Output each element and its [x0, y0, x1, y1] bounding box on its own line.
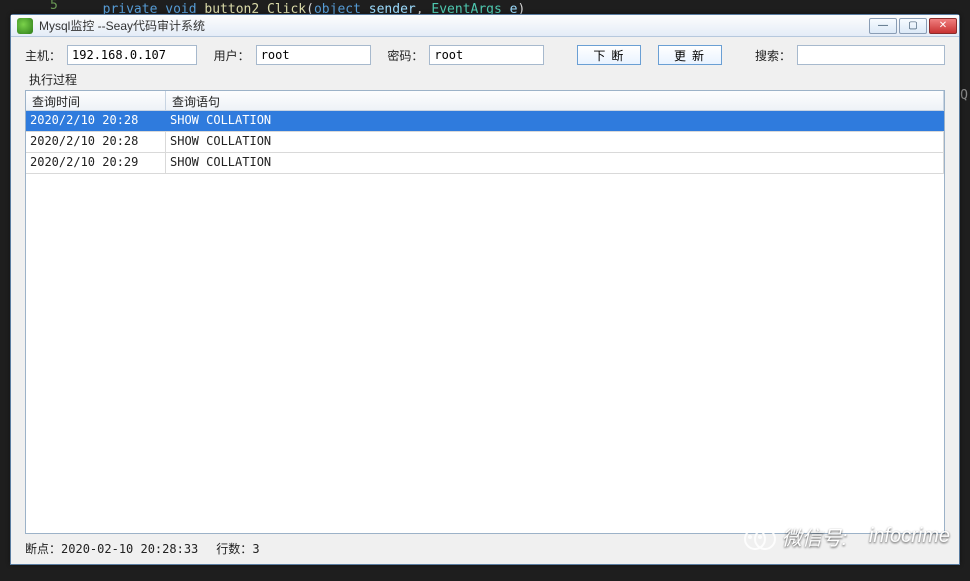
grid-body[interactable]: 2020/2/10 20:28SHOW COLLATION2020/2/10 2… — [26, 111, 944, 533]
search-input[interactable] — [797, 45, 945, 65]
user-input[interactable] — [256, 45, 371, 65]
column-header-sql[interactable]: 查询语句 — [166, 91, 944, 110]
line-number: 5 — [50, 4, 58, 8]
gutter-char: Q — [960, 88, 968, 103]
status-bar: 断点：2020-02-10 20:28:33 行数：3 — [25, 540, 945, 557]
window-controls: — ▢ ✕ — [869, 18, 957, 34]
host-label: 主机： — [25, 47, 61, 64]
cell-time: 2020/2/10 20:28 — [26, 111, 166, 131]
break-button[interactable]: 下断 — [577, 45, 641, 65]
close-button[interactable]: ✕ — [929, 18, 957, 34]
search-label: 搜索： — [755, 47, 791, 64]
grid-header: 查询时间 查询语句 — [26, 91, 944, 111]
column-header-time[interactable]: 查询时间 — [26, 91, 166, 110]
section-label: 执行过程 — [11, 69, 959, 90]
minimize-button[interactable]: — — [869, 18, 897, 34]
cell-sql: SHOW COLLATION — [166, 111, 944, 131]
query-grid: 查询时间 查询语句 2020/2/10 20:28SHOW COLLATION2… — [25, 90, 945, 534]
cell-time: 2020/2/10 20:29 — [26, 153, 166, 173]
table-row[interactable]: 2020/2/10 20:28SHOW COLLATION — [26, 132, 944, 153]
cell-time: 2020/2/10 20:28 — [26, 132, 166, 152]
editor-background: 5 private void button2_Click(object send… — [0, 0, 970, 14]
maximize-button[interactable]: ▢ — [899, 18, 927, 34]
cell-sql: SHOW COLLATION — [166, 153, 944, 173]
password-label: 密码： — [387, 47, 423, 64]
user-label: 用户： — [214, 47, 250, 64]
titlebar[interactable]: Mysql监控 --Seay代码审计系统 — ▢ ✕ — [11, 15, 959, 37]
password-input[interactable] — [429, 45, 544, 65]
app-icon — [17, 18, 33, 34]
table-row[interactable]: 2020/2/10 20:29SHOW COLLATION — [26, 153, 944, 174]
host-input[interactable] — [67, 45, 197, 65]
window-title: Mysql监控 --Seay代码审计系统 — [39, 17, 869, 34]
refresh-button[interactable]: 更新 — [658, 45, 722, 65]
app-window: Mysql监控 --Seay代码审计系统 — ▢ ✕ 主机： 用户： 密码： 下… — [10, 14, 960, 565]
connection-form: 主机： 用户： 密码： 下断 更新 搜索： — [11, 37, 959, 69]
breakpoint-status: 断点：2020-02-10 20:28:33 — [25, 540, 198, 557]
table-row[interactable]: 2020/2/10 20:28SHOW COLLATION — [26, 111, 944, 132]
cell-sql: SHOW COLLATION — [166, 132, 944, 152]
row-count-status: 行数：3 — [216, 540, 259, 557]
